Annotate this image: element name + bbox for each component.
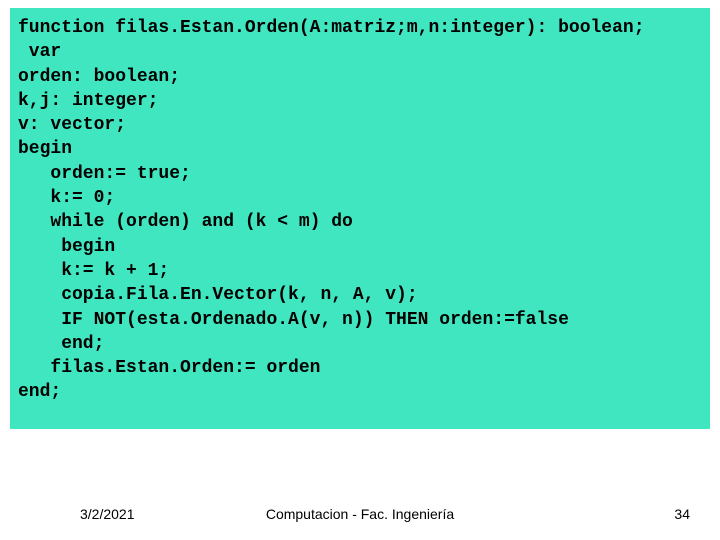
code-line: function filas.Estan.Orden(A:matriz;m,n:… xyxy=(18,18,645,38)
code-line: copia.Fila.En.Vector(k, n, A, v); xyxy=(18,285,418,305)
code-line: k,j: integer; xyxy=(18,91,158,111)
code-line: k:= k + 1; xyxy=(18,261,169,281)
code-block: function filas.Estan.Orden(A:matriz;m,n:… xyxy=(10,8,710,429)
code-line: var xyxy=(18,42,61,62)
code-line: orden: boolean; xyxy=(18,67,180,87)
footer-title: Computacion - Fac. Ingeniería xyxy=(0,506,720,522)
footer-page-number: 34 xyxy=(674,506,690,522)
code-line: k:= 0; xyxy=(18,188,115,208)
code-line: end; xyxy=(18,382,61,402)
code-line: v: vector; xyxy=(18,115,126,135)
code-line: orden:= true; xyxy=(18,164,191,184)
slide: function filas.Estan.Orden(A:matriz;m,n:… xyxy=(0,0,720,540)
code-line: end; xyxy=(18,334,104,354)
code-line: begin xyxy=(18,139,72,159)
code-line: filas.Estan.Orden:= orden xyxy=(18,358,320,378)
code-line: while (orden) and (k < m) do xyxy=(18,212,353,232)
code-line: begin xyxy=(18,237,115,257)
code-content: function filas.Estan.Orden(A:matriz;m,n:… xyxy=(18,16,702,405)
code-line: IF NOT(esta.Ordenado.A(v, n)) THEN orden… xyxy=(18,310,569,330)
